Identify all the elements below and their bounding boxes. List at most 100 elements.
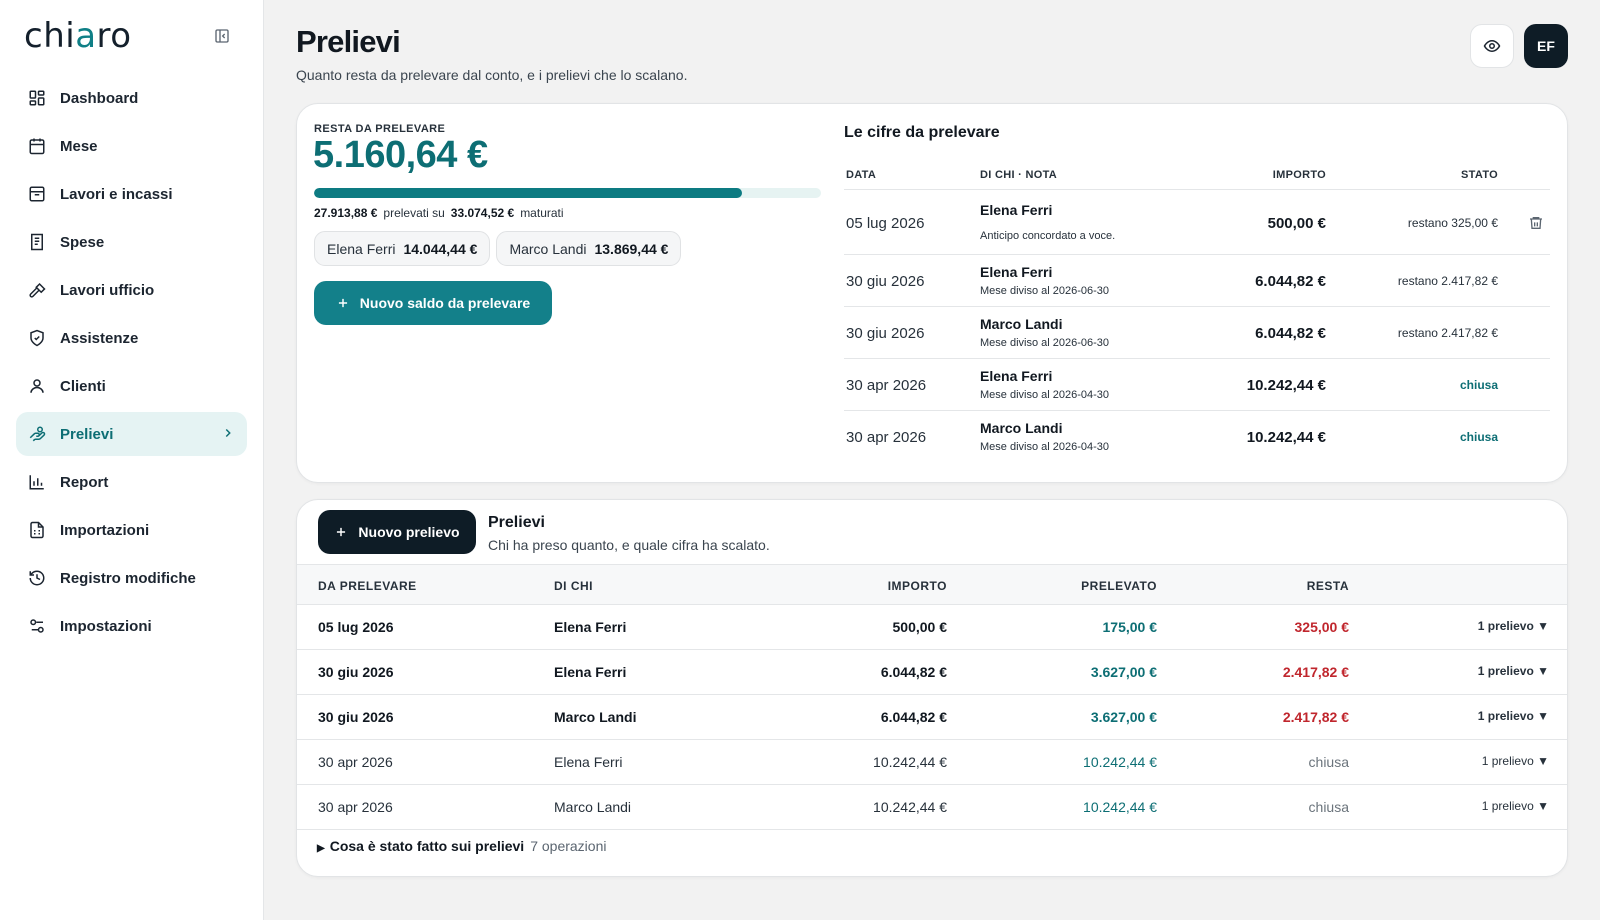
cell-who: Marco Landi [554,799,632,815]
row-name: Elena Ferri [980,202,1053,218]
cell-who: Elena Ferri [554,664,627,680]
history-disclosure[interactable]: ▶ Cosa è stato fatto sui prelievi 7 operaz… [317,838,606,854]
cifre-table: DATA DI CHI · NOTA IMPORTO STATO 05 lug … [844,154,1550,463]
person-chip: Elena Ferri 14.044,44 € [314,231,491,266]
sidebar-item-label: Registro modifiche [60,569,196,587]
page-subtitle: Quanto resta da prelevare dal conto, e i… [296,67,688,83]
row-name: Elena Ferri [980,368,1053,384]
sidebar-nav: Dashboard Mese Lavori e incassi Spese La… [16,76,247,652]
chevron-right-icon [225,428,231,438]
sidebar-item-lavori-incassi[interactable]: Lavori e incassi [16,172,247,216]
sidebar-item-mese[interactable]: Mese [16,124,247,168]
col-date: DA PRELEVARE [318,579,417,593]
cifre-row[interactable]: 30 giu 2026 Elena Ferri Mese diviso al 2… [844,255,1550,307]
expand-withdrawals-toggle[interactable]: 1 prelievo ▼ [1482,799,1549,813]
expand-withdrawals-toggle[interactable]: 1 prelievo ▼ [1478,619,1549,633]
table-row[interactable]: 30 giu 2026 Elena Ferri 6.044,82 € 3.627… [297,650,1567,695]
col-amount: IMPORTO [1272,169,1326,181]
app-logo[interactable]: chiaro [24,16,132,56]
table-row[interactable]: 30 apr 2026 Elena Ferri 10.242,44 € 10.2… [297,740,1567,785]
cifre-row[interactable]: 30 apr 2026 Elena Ferri Mese diviso al 2… [844,359,1550,411]
hand-coins-icon [29,426,46,442]
sidebar-collapse-icon[interactable] [214,28,230,44]
cell-withdrawn: 10.242,44 € [1083,799,1157,815]
row-date: 30 giu 2026 [846,273,925,290]
chip-name: Elena Ferri [327,240,396,257]
col-who: DI CHI [554,579,593,593]
cifre-row[interactable]: 05 lug 2026 Elena Ferri Anticipo concord… [844,190,1550,255]
table-row[interactable]: 30 apr 2026 Marco Landi 10.242,44 € 10.2… [297,785,1567,830]
row-status: chiusa [1459,378,1498,392]
sidebar-item-lavori-ufficio[interactable]: Lavori ufficio [16,268,247,312]
calendar-icon [29,138,45,155]
receipt-icon [31,233,43,251]
cell-amount: 10.242,44 € [873,754,947,770]
new-balance-button[interactable]: Nuovo saldo da prelevare [314,281,552,325]
cell-withdrawn: 175,00 € [1102,619,1158,635]
sidebar-item-label: Prelievi [60,425,114,443]
row-note: Anticipo concordato a voce. [980,230,1116,242]
sidebar-item-clienti[interactable]: Clienti [16,364,247,408]
cifre-table-header: DATA DI CHI · NOTA IMPORTO STATO [844,154,1550,190]
cell-date: 30 giu 2026 [318,709,394,725]
table-row[interactable]: 30 giu 2026 Marco Landi 6.044,82 € 3.627… [297,695,1567,740]
shield-icon [30,329,44,347]
prelievi-table-header: DA PRELEVARE DI CHI IMPORTO PRELEVATO RE… [297,564,1567,605]
logo-text-accent: a [75,16,97,56]
sidebar-item-registro[interactable]: Registro modifiche [16,556,247,600]
cell-amount: 500,00 € [892,619,948,635]
new-withdrawal-label: Nuovo prelievo [358,524,460,540]
trash-icon[interactable] [1528,215,1544,231]
hammer-icon [29,282,46,298]
grid-icon [29,90,45,106]
sliders-icon [30,619,44,633]
toggle-visibility-button[interactable] [1470,24,1514,68]
row-note: Mese diviso al 2026-06-30 [980,285,1110,297]
cell-who: Marco Landi [554,709,637,725]
cifre-row[interactable]: 30 giu 2026 Marco Landi Mese diviso al 2… [844,307,1550,359]
sidebar-item-report[interactable]: Report [16,460,247,504]
row-date: 30 apr 2026 [846,377,927,394]
plus-icon [337,527,346,537]
row-status: restano 325,00 € [1407,216,1498,230]
expand-withdrawals-toggle[interactable]: 1 prelievo ▼ [1482,754,1549,768]
row-amount: 10.242,44 € [1246,429,1326,446]
new-withdrawal-button[interactable]: Nuovo prelievo [318,510,476,554]
avatar[interactable]: EF [1524,24,1568,68]
table-row[interactable]: 05 lug 2026 Elena Ferri 500,00 € 175,00 … [297,605,1567,650]
row-date: 05 lug 2026 [846,215,925,232]
prelievi-title: Prelievi [488,514,545,531]
sidebar-item-assistenze[interactable]: Assistenze [16,316,247,360]
chip-value: 13.869,44 € [594,240,669,257]
expand-withdrawals-toggle[interactable]: 1 prelievo ▼ [1478,709,1549,723]
history-count: 7 operazioni [530,838,607,854]
withdrawn-label: prelevati su [383,206,445,220]
sidebar-item-spese[interactable]: Spese [16,220,247,264]
eye-icon [1483,39,1501,53]
new-balance-label: Nuovo saldo da prelevare [359,295,531,311]
sidebar-item-label: Clienti [60,377,106,395]
cell-amount: 6.044,82 € [880,664,947,680]
cell-date: 30 giu 2026 [318,664,394,680]
col-status: STATO [1461,169,1498,181]
cell-remaining: 2.417,82 € [1282,709,1349,725]
col-remaining: RESTA [1306,579,1349,593]
sidebar-item-importazioni[interactable]: Importazioni [16,508,247,552]
cell-remaining: 325,00 € [1294,619,1350,635]
row-amount: 10.242,44 € [1246,377,1326,394]
sidebar-item-prelievi[interactable]: Prelievi [16,412,247,456]
logo-text-start: chi [24,16,76,56]
sidebar-item-impostazioni[interactable]: Impostazioni [16,604,247,648]
logo-text-end: ro [96,16,132,56]
row-amount: 6.044,82 € [1255,273,1326,290]
col-who: DI CHI · NOTA [980,169,1058,181]
row-note: Mese diviso al 2026-04-30 [980,441,1110,453]
accrued-label: maturati [520,206,564,220]
sidebar-item-label: Report [60,473,109,491]
expand-withdrawals-toggle[interactable]: 1 prelievo ▼ [1478,664,1549,678]
disclosure-triangle-icon: ▶ [317,843,325,854]
cifre-row[interactable]: 30 apr 2026 Marco Landi Mese diviso al 2… [844,411,1550,463]
row-date: 30 giu 2026 [846,325,925,342]
sidebar-item-dashboard[interactable]: Dashboard [16,76,247,120]
cell-amount: 6.044,82 € [880,709,947,725]
